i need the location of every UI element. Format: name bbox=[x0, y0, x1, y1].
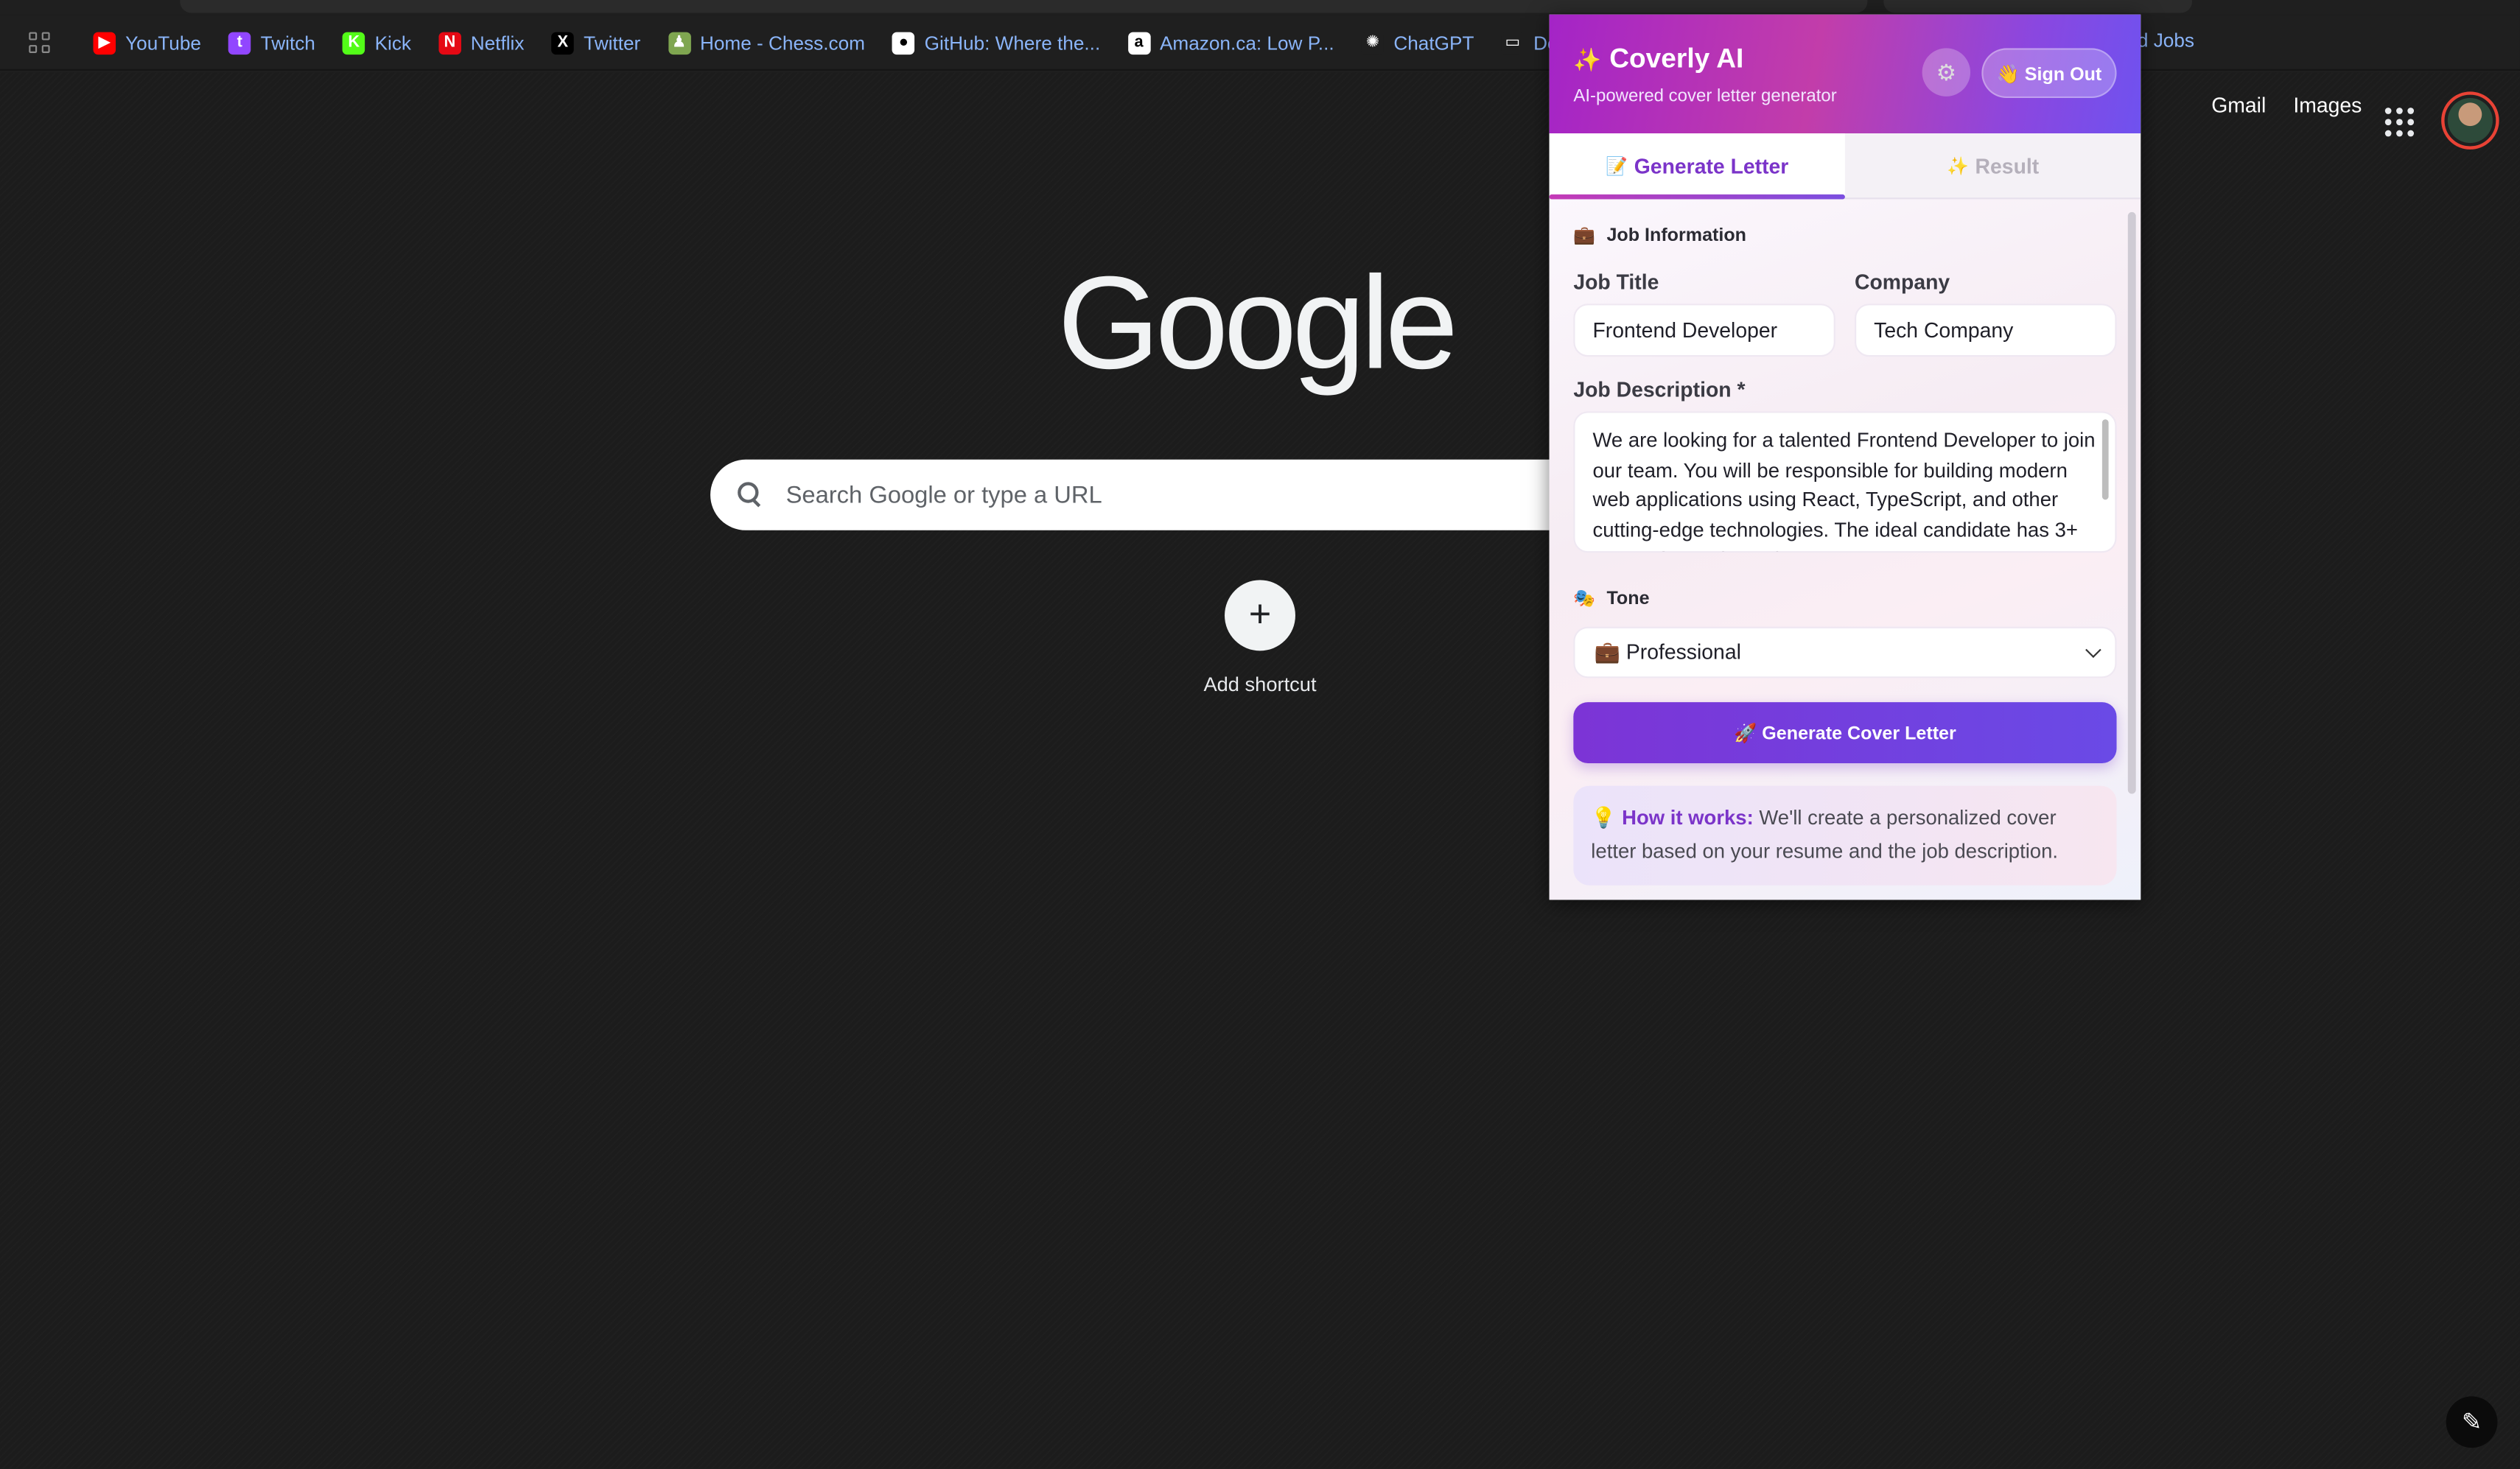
bookmark-item[interactable]: ● GitHub: Where the... bbox=[892, 31, 1101, 55]
popup-tabs: 📝 Generate Letter ✨ Result bbox=[1549, 133, 2141, 200]
company-label: Company bbox=[1855, 270, 1950, 295]
memo-icon: 📝 bbox=[1606, 156, 1628, 176]
bookmark-item[interactable]: a Amazon.ca: Low P... bbox=[1127, 31, 1334, 55]
chevron-down-icon bbox=[2085, 642, 2101, 659]
textarea-scrollbar[interactable] bbox=[2101, 419, 2109, 500]
bookmark-item[interactable]: ▶ YouTube bbox=[93, 31, 201, 55]
sparkles-icon: ✨ bbox=[1573, 46, 1602, 72]
bookmark-label: GitHub: Where the... bbox=[924, 31, 1101, 55]
customize-pencil-icon[interactable]: ✎ bbox=[2446, 1396, 2498, 1448]
bookmark-label: Twitch bbox=[260, 31, 315, 55]
bookmark-favicon-icon: a bbox=[1127, 31, 1150, 55]
bookmark-label: YouTube bbox=[125, 31, 201, 55]
lightbulb-icon: 💡 bbox=[1591, 806, 1617, 830]
job-description-label: Job Description * bbox=[1573, 377, 1746, 402]
bookmark-favicon-icon: ▶ bbox=[93, 31, 116, 55]
popup-body: 💼 Job Information Job Title Frontend Deve… bbox=[1549, 199, 2141, 900]
popup-header: ✨ Coverly AI AI-powered cover letter gene… bbox=[1549, 14, 2141, 134]
bookmark-favicon-icon: N bbox=[438, 31, 461, 55]
briefcase-icon: 💼 bbox=[1573, 226, 1596, 246]
popup-scrollbar[interactable] bbox=[2127, 211, 2136, 794]
tab-generate-letter[interactable]: 📝 Generate Letter bbox=[1549, 133, 1845, 198]
job-title-label: Job Title bbox=[1573, 270, 1659, 295]
job-title-input[interactable]: Frontend Developer bbox=[1573, 304, 1835, 357]
section-tone: 🎭 Tone bbox=[1573, 589, 1650, 609]
settings-gear-icon[interactable]: ⚙ bbox=[1922, 48, 1971, 97]
how-it-works-info: 💡 How it works: We'll create a personali… bbox=[1573, 785, 2117, 886]
bookmark-item[interactable]: ✺ ChatGPT bbox=[1361, 31, 1474, 55]
company-input[interactable]: Tech Company bbox=[1855, 304, 2117, 357]
bookmark-item[interactable]: ♟ Home - Chess.com bbox=[668, 31, 865, 55]
browser-tab[interactable] bbox=[180, 0, 1868, 13]
bookmark-item[interactable]: X Twitter bbox=[551, 31, 641, 55]
bookmark-favicon-icon: ♟ bbox=[668, 31, 690, 55]
bookmark-favicon-icon: K bbox=[342, 31, 365, 55]
bookmark-label: Kick bbox=[374, 31, 412, 55]
google-apps-icon[interactable] bbox=[2384, 108, 2415, 137]
popup-title: Coverly AI bbox=[1609, 43, 1744, 74]
how-it-works-title: How it works: bbox=[1622, 806, 1754, 830]
bookmark-label: Home - Chess.com bbox=[699, 31, 865, 55]
bookmark-favicon-icon: ● bbox=[892, 31, 915, 55]
sign-out-button[interactable]: 👋 Sign Out bbox=[1981, 48, 2117, 99]
google-logo: Google bbox=[1057, 250, 1458, 397]
job-description-textarea[interactable]: We are looking for a talented Frontend D… bbox=[1573, 411, 2117, 553]
bookmark-favicon-icon: t bbox=[228, 31, 251, 55]
bookmark-item[interactable]: N Netflix bbox=[438, 31, 525, 55]
search-input[interactable] bbox=[785, 481, 1429, 509]
tab-result[interactable]: ✨ Result bbox=[1845, 133, 2141, 197]
bookmark-favicon-icon: ▭ bbox=[1501, 31, 1525, 55]
bookmark-item[interactable]: t Twitch bbox=[228, 31, 315, 55]
images-link[interactable]: Images bbox=[2293, 94, 2362, 118]
tone-selected-value: 💼 Professional bbox=[1594, 639, 1741, 664]
bookmark-jobs[interactable]: d Jobs bbox=[2138, 29, 2194, 52]
section-job-information: 💼 Job Information bbox=[1573, 225, 1746, 246]
bookmark-favicon-icon: ✺ bbox=[1361, 31, 1385, 55]
search-icon bbox=[738, 482, 763, 508]
browser-tab[interactable] bbox=[1883, 0, 2193, 13]
bookmark-label: ChatGPT bbox=[1393, 31, 1474, 55]
sparkles-icon: ✨ bbox=[1946, 156, 1969, 176]
plus-icon[interactable]: + bbox=[1225, 580, 1295, 651]
search-box[interactable] bbox=[710, 459, 1611, 530]
apps-grid-icon[interactable] bbox=[19, 24, 57, 62]
bookmark-label: Amazon.ca: Low P... bbox=[1159, 31, 1334, 55]
browser-tab-strip bbox=[0, 0, 2520, 15]
generate-cover-letter-button[interactable]: 🚀 Generate Cover Letter bbox=[1573, 702, 2117, 764]
bookmark-favicon-icon: X bbox=[551, 31, 575, 55]
add-shortcut[interactable]: + Add shortcut bbox=[1189, 580, 1331, 695]
add-shortcut-label: Add shortcut bbox=[1203, 673, 1317, 696]
profile-avatar[interactable] bbox=[2441, 91, 2499, 150]
bookmark-item[interactable]: K Kick bbox=[342, 31, 412, 55]
bookmark-label: Netflix bbox=[470, 31, 525, 55]
gmail-link[interactable]: Gmail bbox=[2211, 94, 2266, 118]
theater-masks-icon: 🎭 bbox=[1573, 589, 1596, 609]
job-description-text: We are looking for a talented Frontend D… bbox=[1592, 429, 2096, 551]
google-top-nav: Gmail Images bbox=[2211, 94, 2389, 118]
tone-select[interactable]: 💼 Professional bbox=[1573, 626, 2117, 679]
bookmark-label: Twitter bbox=[584, 31, 641, 55]
coverly-popup: ✨ Coverly AI AI-powered cover letter gene… bbox=[1549, 14, 2141, 900]
